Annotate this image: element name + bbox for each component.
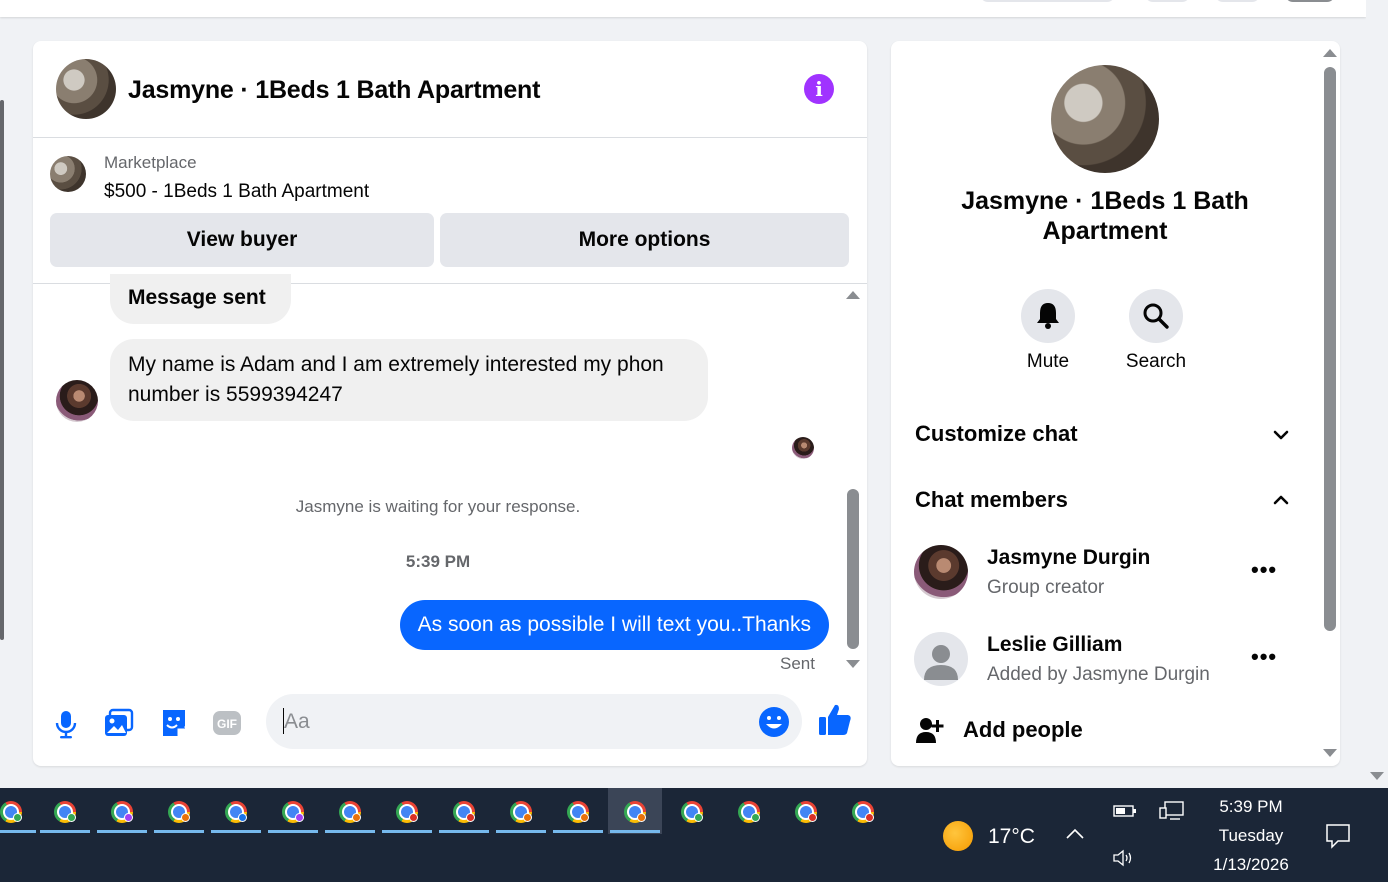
search-icon (1143, 303, 1169, 329)
gif-icon[interactable]: GIF (210, 706, 244, 740)
message-bubble-incoming[interactable]: My name is Adam and I am extremely inter… (110, 339, 708, 421)
search-button[interactable] (1129, 289, 1183, 343)
taskbar-chrome-window-active[interactable] (608, 788, 662, 834)
listing-avatar[interactable] (56, 59, 116, 119)
conversation-name: Jasmyne · 1Beds 1 Bath Apartment (961, 187, 1249, 245)
conversation-avatar[interactable] (1051, 65, 1159, 173)
taskbar-chrome-window[interactable] (323, 788, 377, 834)
message-input[interactable]: Aa (266, 694, 802, 749)
mute-label: Mute (1026, 351, 1070, 372)
chevron-down-icon[interactable] (1271, 425, 1291, 445)
notification-center-icon[interactable] (1324, 822, 1352, 850)
marketplace-banner: Marketplace $500 - 1Beds 1 Bath Apartmen… (33, 139, 867, 284)
volume-icon[interactable] (1112, 848, 1136, 868)
taskbar-chrome-window[interactable] (38, 788, 92, 834)
info-scrollbar[interactable] (1321, 41, 1340, 766)
more-options-button[interactable]: More options (440, 213, 849, 267)
taskbar-chrome-window[interactable] (266, 788, 320, 834)
message-bubble-incoming[interactable]: Message sent (110, 274, 291, 324)
taskbar-chrome-window[interactable] (209, 788, 263, 834)
clock-date[interactable]: 1/13/2026 (1201, 855, 1301, 875)
message-scrollbar[interactable] (845, 284, 861, 684)
member-role: Added by Jasmyne Durgin (987, 664, 1210, 685)
person-silhouette-icon (924, 645, 958, 680)
bell-icon (1037, 303, 1059, 329)
taskbar-chrome-window[interactable] (665, 788, 719, 834)
member-name[interactable]: Jasmyne Durgin (987, 546, 1150, 570)
taskbar-chrome-window[interactable] (380, 788, 434, 834)
member-avatar[interactable] (914, 545, 968, 599)
left-panel-edge (0, 100, 4, 640)
sticker-icon[interactable] (157, 706, 191, 740)
chat-title[interactable]: Jasmyne · 1Beds 1 Bath Apartment (128, 76, 540, 105)
waiting-notice: Jasmyne is waiting for your response. (295, 497, 581, 516)
weather-temperature[interactable]: 17°C (988, 825, 1035, 849)
marketplace-label: Marketplace (104, 153, 197, 172)
customize-chat-header[interactable]: Customize chat (915, 421, 1078, 447)
nav-search-pill[interactable] (980, 0, 1115, 2)
message-composer: GIF Aa (33, 684, 867, 766)
nav-button[interactable] (1215, 0, 1260, 2)
chat-header: Jasmyne · 1Beds 1 Bath Apartment i (33, 41, 867, 138)
page-scrollbar[interactable] (1366, 0, 1388, 782)
nav-button[interactable] (1145, 0, 1190, 2)
conversation-info-panel: Jasmyne · 1Beds 1 Bath Apartment Mute Se… (891, 41, 1340, 766)
chat-members-header[interactable]: Chat members (915, 487, 1068, 513)
chat-panel: Jasmyne · 1Beds 1 Bath Apartment i Marke… (33, 41, 867, 766)
nav-profile-avatar[interactable] (1285, 0, 1335, 2)
taskbar-chrome-window[interactable] (494, 788, 548, 834)
add-people-button[interactable]: Add people (963, 717, 1083, 743)
member-options-icon[interactable]: ••• (1251, 644, 1277, 670)
svg-text:GIF: GIF (217, 717, 237, 731)
message-bubble-outgoing[interactable]: As soon as possible I will text you..Tha… (399, 600, 829, 650)
member-name[interactable]: Leslie Gilliam (987, 633, 1122, 657)
weather-sun-icon[interactable] (943, 821, 973, 851)
clock-day[interactable]: Tuesday (1201, 826, 1301, 846)
message-timestamp: 5:39 PM (405, 552, 471, 571)
photo-icon[interactable] (102, 706, 136, 740)
emoji-icon[interactable] (758, 706, 790, 738)
search-label: Search (1125, 351, 1187, 372)
info-scrollbar-thumb[interactable] (1324, 67, 1336, 631)
taskbar-chrome-window[interactable] (551, 788, 605, 834)
member-role: Group creator (987, 577, 1105, 598)
battery-icon[interactable] (1113, 804, 1137, 818)
show-hidden-icons-chevron-icon[interactable] (1065, 826, 1085, 840)
network-icon[interactable] (1159, 800, 1185, 822)
sender-avatar[interactable] (56, 380, 98, 422)
message-scrollbar-thumb[interactable] (847, 489, 859, 649)
member-options-icon[interactable]: ••• (1251, 557, 1277, 583)
message-thread: Message sent My name is Adam and I am ex… (33, 274, 867, 684)
view-buyer-button[interactable]: View buyer (50, 213, 434, 267)
windows-taskbar: 17°C 5:39 PM Tuesday 1/13/2026 (0, 788, 1388, 882)
taskbar-chrome-window[interactable] (95, 788, 149, 834)
microphone-icon[interactable] (49, 706, 83, 740)
taskbar-chrome-window[interactable] (779, 788, 833, 834)
clock-time[interactable]: 5:39 PM (1201, 797, 1301, 817)
seen-indicator-avatar (792, 437, 814, 459)
message-status: Sent (780, 654, 815, 673)
taskbar-chrome-window[interactable] (722, 788, 776, 834)
member-avatar-default[interactable] (914, 632, 968, 686)
listing-title[interactable]: $500 - 1Beds 1 Bath Apartment (104, 181, 369, 203)
mute-button[interactable] (1021, 289, 1075, 343)
taskbar-chrome-window[interactable] (152, 788, 206, 834)
message-input-placeholder: Aa (284, 710, 310, 733)
taskbar-chrome-window[interactable] (437, 788, 491, 834)
top-navigation-bar (0, 0, 1366, 17)
chevron-up-icon[interactable] (1271, 490, 1291, 510)
add-person-icon[interactable] (915, 715, 945, 745)
listing-thumbnail[interactable] (50, 156, 86, 192)
taskbar-chrome-window[interactable] (836, 788, 890, 834)
info-icon[interactable]: i (804, 74, 834, 104)
taskbar-chrome-window[interactable] (0, 788, 38, 834)
like-thumbs-up-icon[interactable] (817, 702, 853, 738)
